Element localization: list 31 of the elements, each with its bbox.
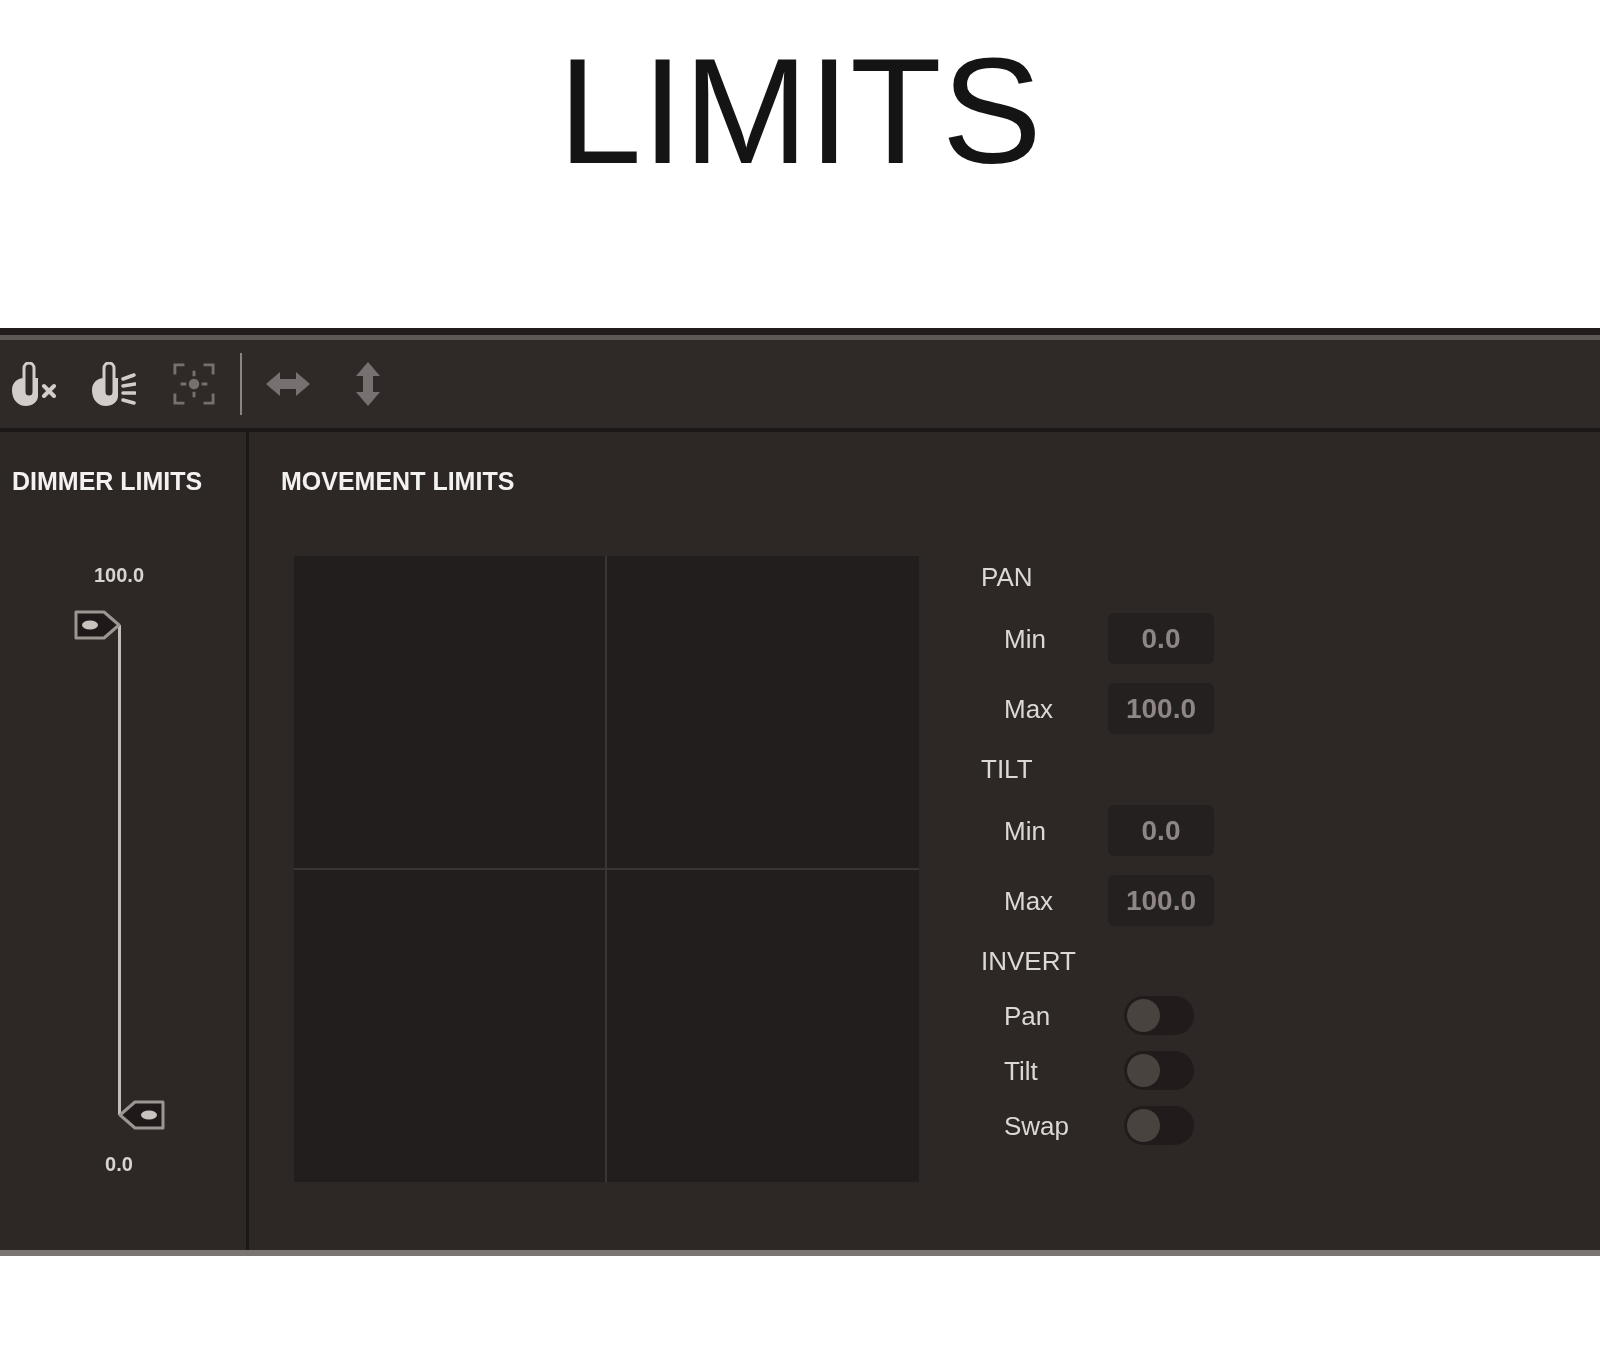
number-field[interactable]: 0.0 <box>1108 805 1214 856</box>
page-title: LIMITS <box>558 36 1042 186</box>
left-right-arrow-icon <box>264 371 312 397</box>
field-label: Max <box>1004 885 1055 916</box>
section-label: INVERT <box>981 946 1077 976</box>
number-field[interactable]: 100.0 <box>1108 683 1214 734</box>
field-label: Min <box>1004 815 1047 846</box>
toolbar-button[interactable] <box>10 360 58 408</box>
slider-handle[interactable] <box>117 1100 165 1130</box>
toggle-label: Swap <box>1004 1110 1071 1141</box>
lamp-rays-icon <box>92 362 136 406</box>
crosshair-frame-icon <box>173 363 215 405</box>
section-label: PAN <box>981 562 1034 592</box>
min-reading: 0.0 <box>105 1152 133 1176</box>
section-label: TILT <box>981 754 1034 784</box>
toolbar-button[interactable] <box>90 360 138 408</box>
lamp-cross-icon <box>12 362 56 406</box>
toggle-switch[interactable] <box>1124 996 1194 1035</box>
field-label: Max <box>1004 693 1055 724</box>
toggle-switch[interactable] <box>1124 1051 1194 1090</box>
section-title: MOVEMENT LIMITS <box>280 466 516 496</box>
number-field[interactable]: 100.0 <box>1108 875 1214 926</box>
up-down-arrow-icon <box>355 361 381 407</box>
field-label: Min <box>1004 623 1047 654</box>
section-title: DIMMER LIMITS <box>11 466 204 496</box>
slider-handle[interactable] <box>74 610 122 640</box>
toggle-switch[interactable] <box>1124 1106 1194 1145</box>
toggle-label: Tilt <box>1004 1055 1039 1086</box>
number-field[interactable]: 0.0 <box>1108 613 1214 664</box>
toggle-label: Pan <box>1004 1000 1052 1031</box>
max-reading: 100.0 <box>93 563 145 587</box>
